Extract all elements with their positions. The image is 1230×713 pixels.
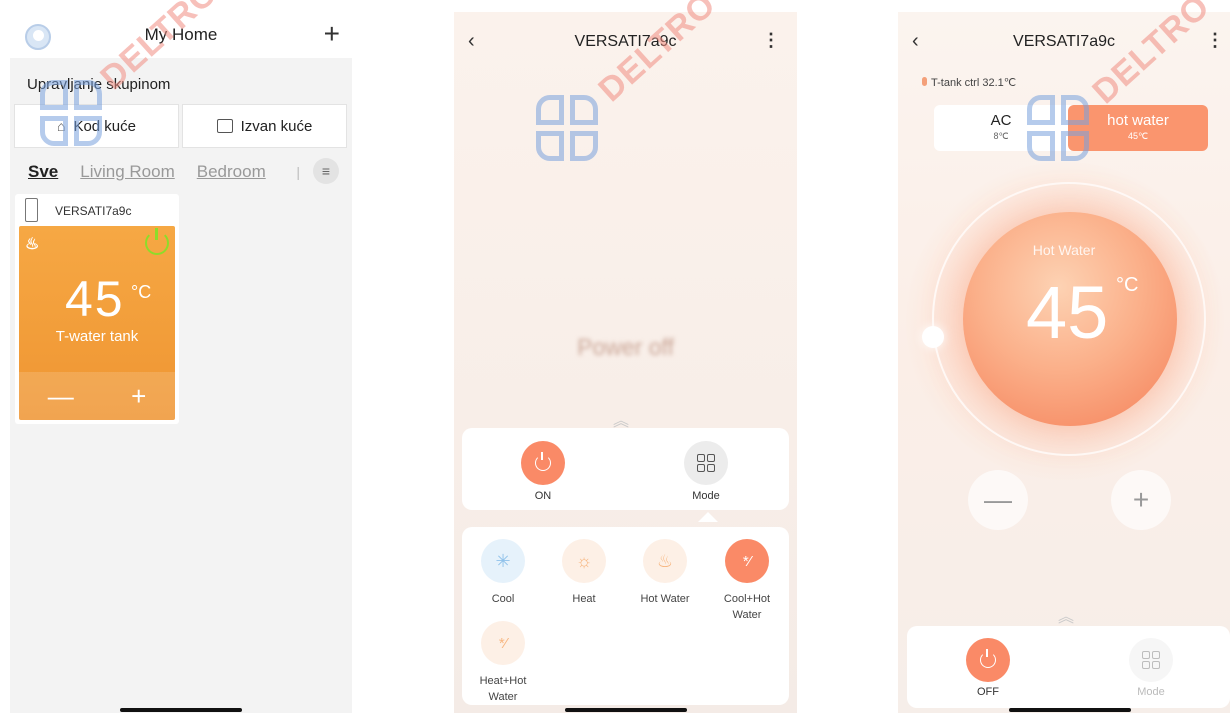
dial-temperature: 45	[1026, 271, 1109, 354]
home-indicator	[1009, 708, 1131, 712]
mode-hot-water-label: Hot Water	[640, 593, 690, 605]
mode-label: Mode	[1137, 686, 1165, 698]
device-on-screen: ‹ VERSATI7a9c ⋮ T-tank ctrl 32.1℃ AC 8℃ …	[898, 12, 1230, 713]
device-name: VERSATI7a9c	[55, 204, 132, 218]
more-icon[interactable]: ⋮	[1206, 30, 1224, 51]
power-icon	[535, 452, 551, 471]
heat-waves-icon: ♨	[643, 539, 687, 583]
increase-button[interactable]: +	[1111, 470, 1171, 530]
away-button[interactable]: Izvan kuće	[182, 104, 347, 148]
heat-hot-icon: *⁄	[481, 621, 525, 665]
menu-icon[interactable]: ≡	[313, 158, 339, 184]
dial-unit: °C	[1116, 274, 1139, 296]
power-button[interactable]	[521, 441, 565, 485]
tank-control-text: T-tank ctrl 32.1℃	[931, 77, 1017, 89]
control-panel: ON Mode	[462, 428, 789, 510]
mode-menu: ✳ Cool ☼ Heat ♨ Hot Water *⁄ Cool+Hot Wa…	[462, 527, 789, 705]
zone-hot-water-value: 45℃	[1127, 131, 1149, 141]
cool-hot-icon: *⁄	[725, 539, 769, 583]
zone-ac-value: 8℃	[993, 131, 1009, 141]
room-tabs: Sve Living Room Bedroom	[28, 162, 266, 182]
popover-arrow	[698, 512, 718, 522]
device-card[interactable]: VERSATI7a9c ♨ 45 °C T-water tank — +	[15, 194, 179, 424]
mode-heat-label: Heat	[572, 593, 596, 605]
tab-all[interactable]: Sve	[28, 162, 58, 182]
power-icon	[980, 649, 996, 668]
tab-bedroom[interactable]: Bedroom	[197, 162, 266, 182]
mode-cool[interactable]: ✳ Cool	[464, 539, 542, 607]
mode-cool-hot-label: Cool+Hot Water	[723, 593, 771, 621]
more-icon[interactable]: ⋮	[762, 30, 780, 51]
temp-controls: — +	[19, 372, 175, 420]
power-icon[interactable]	[145, 228, 169, 255]
mode-heat-hot-label: Heat+Hot Water	[479, 675, 527, 703]
mode-heat[interactable]: ☼ Heat	[545, 539, 623, 607]
mode-button[interactable]	[1129, 638, 1173, 682]
chevron-up-icon[interactable]: ︽	[1058, 603, 1074, 627]
zone-hot-water-label: hot water	[1107, 112, 1169, 129]
temperature-unit: °C	[131, 282, 152, 302]
tank-temperature: 45	[65, 271, 125, 327]
tank-control-status: T-tank ctrl 32.1℃	[922, 76, 1016, 89]
thermometer-icon	[922, 77, 927, 86]
mode-cool-hot-water[interactable]: *⁄ Cool+Hot Water	[708, 539, 786, 623]
mode-cool-label: Cool	[491, 593, 515, 605]
mode-heat-hot-water[interactable]: *⁄ Heat+Hot Water	[464, 621, 542, 705]
control-panel: OFF Mode	[907, 626, 1230, 708]
increase-button[interactable]: +	[131, 381, 146, 412]
home-icon: ⌂	[56, 118, 66, 134]
at-home-label: Kod kuće	[73, 117, 136, 135]
decrease-button[interactable]: —	[968, 470, 1028, 530]
sun-icon: ☼	[562, 539, 606, 583]
heat-waves-icon: ♨	[25, 236, 40, 253]
suitcase-icon	[216, 119, 233, 133]
away-label: Izvan kuće	[240, 117, 313, 135]
mode-button[interactable]	[684, 441, 728, 485]
group-control-label: Upravljanje skupinom	[27, 76, 171, 93]
device-icon	[25, 198, 38, 222]
dial-label: Hot Water	[1032, 242, 1096, 258]
power-status: Power off	[577, 334, 674, 360]
decrease-button[interactable]: —	[48, 381, 74, 412]
tab-divider: |	[296, 164, 300, 180]
zone-ac-tab[interactable]: AC 8℃	[934, 105, 1068, 151]
mode-hot-water[interactable]: ♨ Hot Water	[626, 539, 704, 607]
grid-icon	[1142, 651, 1160, 669]
home-indicator	[120, 708, 242, 712]
mode-label: Mode	[692, 490, 720, 502]
power-button[interactable]	[966, 638, 1010, 682]
grid-icon	[697, 454, 715, 472]
dial-handle[interactable]	[922, 326, 944, 348]
home-screen: My Home + Upravljanje skupinom ⌂ Kod kuć…	[10, 12, 352, 713]
tab-living-room[interactable]: Living Room	[80, 162, 175, 182]
zone-selector: AC 8℃ hot water 45℃	[934, 105, 1208, 151]
home-indicator	[565, 708, 687, 712]
device-tile[interactable]: ♨ 45 °C T-water tank — +	[19, 226, 175, 420]
power-label: OFF	[977, 686, 999, 698]
tank-label: T-water tank	[55, 328, 139, 345]
device-off-screen: ‹ VERSATI7a9c ⋮ Power off ︽ ON Mode ✳ Co…	[454, 12, 797, 713]
avatar[interactable]	[25, 24, 51, 50]
zone-hot-water-tab[interactable]: hot water 45℃	[1068, 105, 1208, 151]
plus-icon[interactable]: +	[324, 20, 340, 48]
power-label: ON	[534, 490, 552, 502]
zone-ac-label: AC	[990, 112, 1012, 129]
at-home-button[interactable]: ⌂ Kod kuće	[14, 104, 179, 148]
snowflake-icon: ✳	[481, 539, 525, 583]
